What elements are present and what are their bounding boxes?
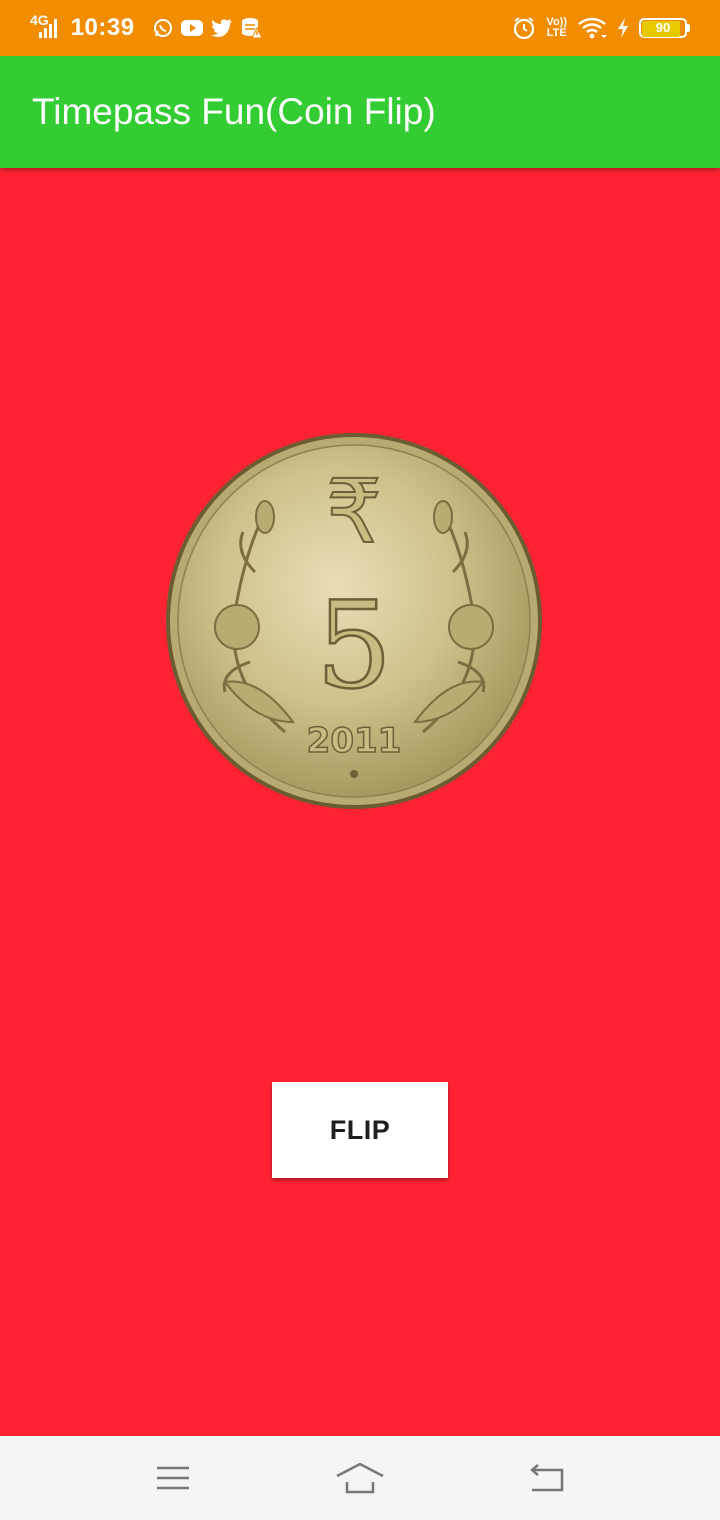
app-title: Timepass Fun(Coin Flip) <box>32 91 436 132</box>
main-content: ₹ 5 2011 FLIP <box>0 168 720 1436</box>
battery-level: 90 <box>655 20 671 35</box>
battery-icon: 90 <box>639 18 687 38</box>
battery-tip <box>687 24 690 32</box>
back-icon[interactable] <box>507 1448 587 1508</box>
volte-indicator: Vo)) LTE <box>546 17 567 39</box>
app-bar: Timepass Fun(Coin Flip) <box>0 56 720 168</box>
whatsapp-icon <box>153 18 173 38</box>
coin-year: 2011 <box>307 721 402 761</box>
charging-icon <box>617 18 629 38</box>
coin-value: 5 <box>316 577 392 716</box>
twitter-icon <box>210 19 233 37</box>
menu-icon[interactable] <box>133 1448 213 1508</box>
coin-image: ₹ 5 2011 <box>165 432 543 810</box>
status-bar: 4G 10:39 Vo)) LTE 90 <box>0 0 720 56</box>
status-time: 10:39 <box>70 14 135 41</box>
home-icon[interactable] <box>320 1448 400 1508</box>
coin-rupee-symbol: ₹ <box>326 460 382 563</box>
wifi-icon <box>577 17 607 39</box>
youtube-icon <box>180 19 203 37</box>
storage-alert-icon <box>241 17 263 39</box>
volte-bottom-text: LTE <box>546 27 567 39</box>
navigation-bar <box>0 1436 720 1520</box>
alarm-icon <box>512 16 536 40</box>
network-type: 4G <box>30 12 49 28</box>
flip-button[interactable]: FLIP <box>272 1082 448 1178</box>
